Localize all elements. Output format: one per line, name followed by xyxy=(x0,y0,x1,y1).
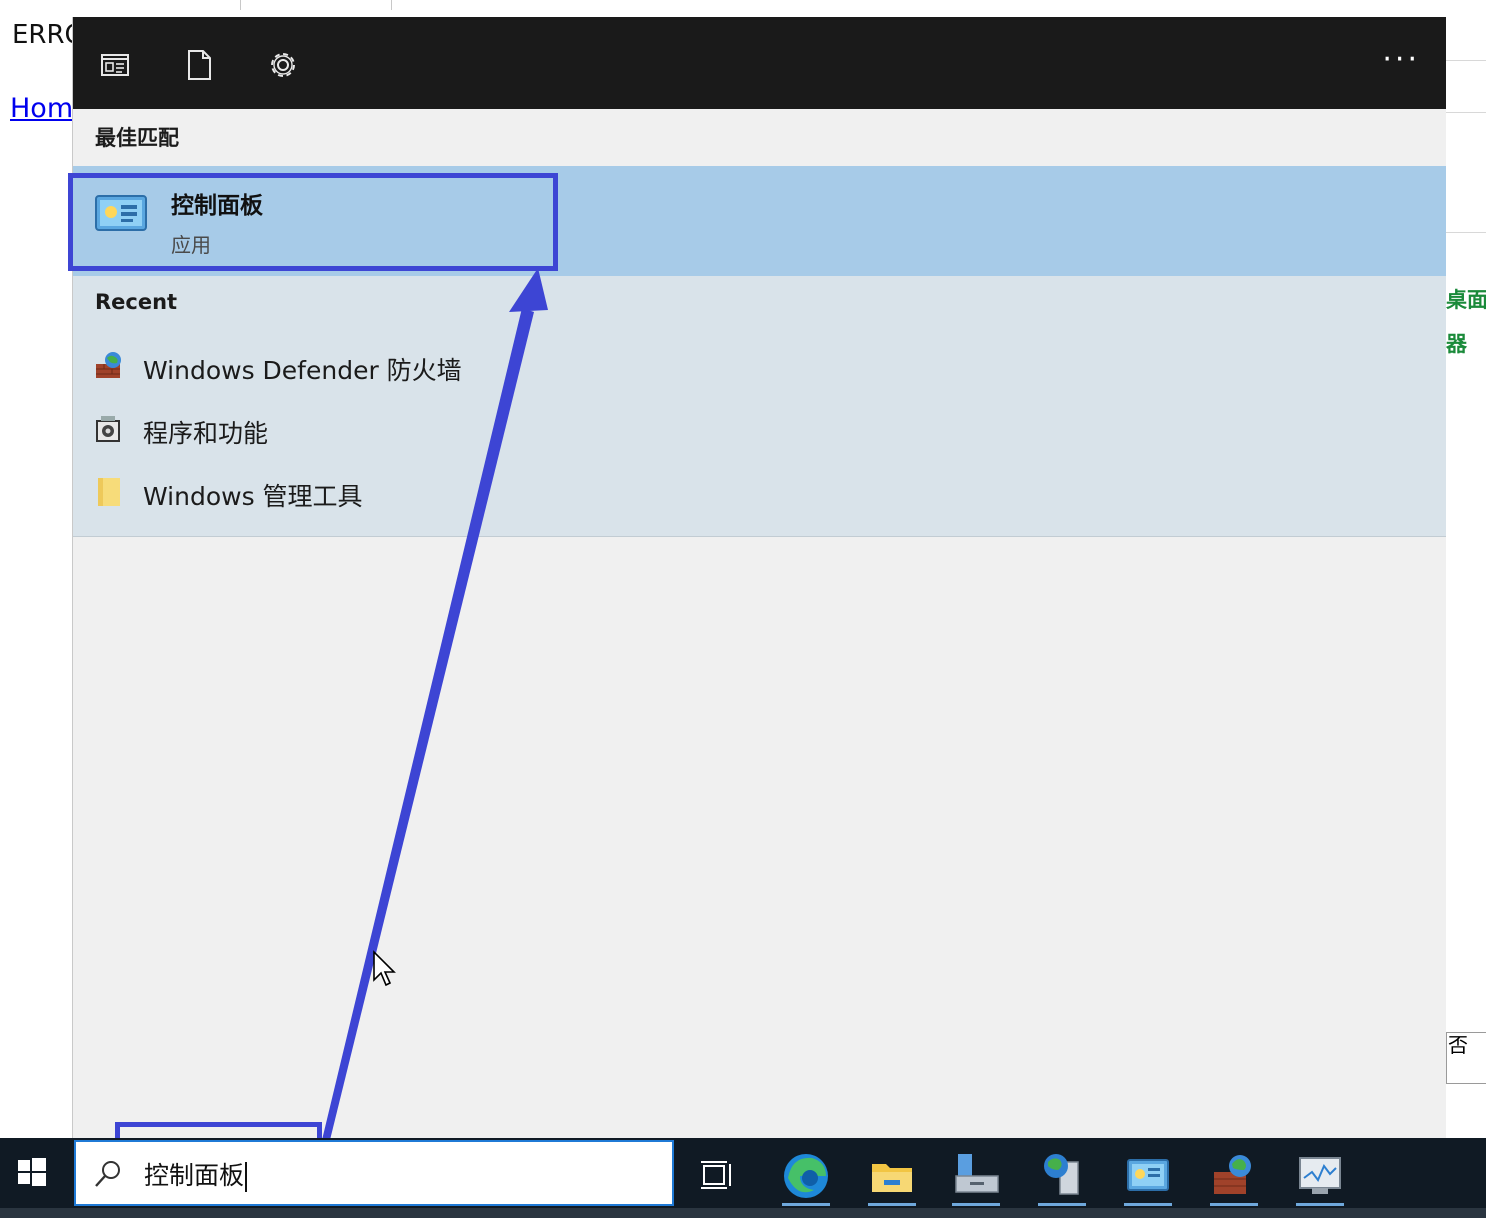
active-app-indicator xyxy=(1124,1203,1172,1206)
active-app-indicator xyxy=(1038,1203,1086,1206)
taskbar-bottom-edge xyxy=(0,1208,1486,1218)
windows-logo-icon xyxy=(18,1158,46,1186)
background-divider xyxy=(1446,60,1486,61)
search-query-value: 控制面板 xyxy=(144,1161,245,1190)
document-view-icon[interactable] xyxy=(97,47,133,83)
text-caret xyxy=(245,1162,248,1192)
background-no-option[interactable]: 否 xyxy=(1446,1032,1486,1084)
recent-item-label: Windows 管理工具 xyxy=(143,482,363,511)
document-icon[interactable] xyxy=(181,47,217,83)
background-label-server: 器 xyxy=(1446,332,1467,356)
active-app-indicator xyxy=(782,1203,830,1206)
highlight-box-best-match xyxy=(68,173,558,271)
control-panel-icon[interactable] xyxy=(1120,1148,1176,1206)
taskbar: 控制面板 xyxy=(0,1138,1486,1218)
folder-icon xyxy=(95,476,123,506)
programs-features-icon xyxy=(95,413,123,443)
recent-item-label: Windows Defender 防火墙 xyxy=(143,356,462,385)
firewall-icon xyxy=(95,350,123,380)
file-explorer-icon[interactable] xyxy=(864,1148,920,1206)
edge-icon[interactable] xyxy=(778,1148,834,1206)
background-toolbar-strip xyxy=(240,0,392,10)
network-server-icon[interactable] xyxy=(1034,1148,1090,1206)
search-query-text: 控制面板 xyxy=(144,1156,248,1192)
server-manager-icon[interactable] xyxy=(948,1148,1004,1206)
recent-header: Recent xyxy=(95,290,178,314)
more-options-button[interactable]: ··· xyxy=(1382,45,1420,75)
gear-icon[interactable] xyxy=(265,47,301,83)
start-button[interactable] xyxy=(0,1138,70,1208)
recent-item-firewall[interactable]: Windows Defender 防火墙 xyxy=(73,338,1446,394)
background-home-link[interactable]: Hom xyxy=(10,93,73,124)
mouse-cursor-icon xyxy=(373,950,396,987)
active-app-indicator xyxy=(868,1203,916,1206)
performance-monitor-icon[interactable] xyxy=(1292,1148,1348,1206)
background-divider xyxy=(1446,112,1486,113)
task-view-icon[interactable] xyxy=(688,1148,744,1204)
recent-item-admin-tools[interactable]: Windows 管理工具 xyxy=(73,464,1446,520)
background-divider xyxy=(1446,232,1486,233)
active-app-indicator xyxy=(952,1203,1000,1206)
firewall-icon[interactable] xyxy=(1206,1148,1262,1206)
taskbar-search-input[interactable]: 控制面板 xyxy=(74,1140,674,1206)
active-app-indicator xyxy=(1210,1203,1258,1206)
best-match-header: 最佳匹配 xyxy=(95,126,179,150)
panel-top-bar: ··· xyxy=(73,17,1446,109)
recent-item-programs[interactable]: 程序和功能 xyxy=(73,401,1446,457)
active-app-indicator xyxy=(1296,1203,1344,1206)
search-icon xyxy=(95,1161,120,1187)
recent-item-label: 程序和功能 xyxy=(143,419,269,448)
recent-section: Recent Windows Defender 防火墙 程序和功能 Window… xyxy=(73,276,1446,537)
background-label-desktop: 桌面 xyxy=(1446,288,1486,312)
